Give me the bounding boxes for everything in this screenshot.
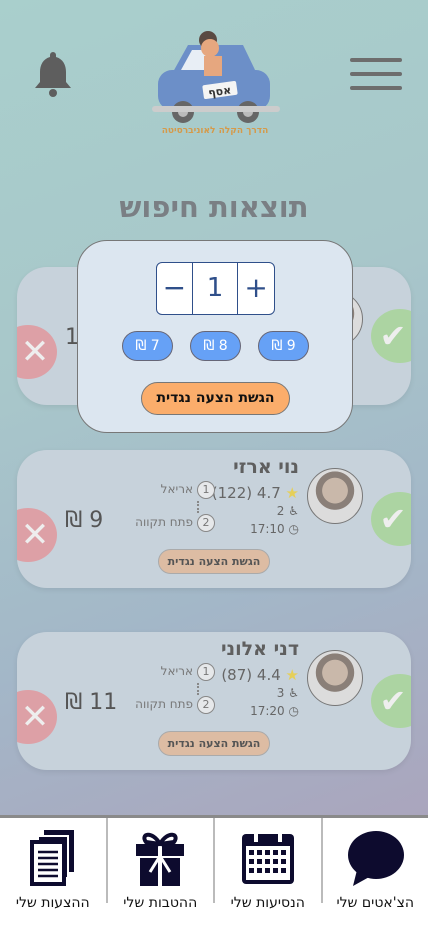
bell-icon[interactable] xyxy=(32,50,74,98)
route-line xyxy=(197,501,199,513)
seat-icon: ♿ xyxy=(288,686,299,700)
price-option-7[interactable]: 7 ₪ xyxy=(122,331,173,361)
page-title: תוצאות חיפוש xyxy=(119,190,309,224)
stop-number: 2 xyxy=(197,696,215,714)
departure-time: ◷ 17:20 xyxy=(250,704,299,718)
counter-offer-button[interactable]: הגשת הצעה נגדית xyxy=(158,549,270,574)
rating: ★ 4.4 (87) xyxy=(221,666,299,684)
price-option-8[interactable]: 8 ₪ xyxy=(190,331,241,361)
time-value: 17:20 xyxy=(250,704,285,718)
quantity-stepper: − 1 + xyxy=(156,262,275,315)
decrement-button[interactable]: − xyxy=(157,263,193,314)
nav-item-offers[interactable]: ההצעות שלי xyxy=(0,818,106,911)
price-option-9[interactable]: 9 ₪ xyxy=(258,331,309,361)
driver-name: נוי ארזי xyxy=(233,456,299,478)
bottom-nav: הצ'אטים שלי הנסיעות שלי ההטבות שלי ההצעו… xyxy=(0,815,428,926)
seats: ♿ 2 xyxy=(277,504,299,518)
nav-item-chats[interactable]: הצ'אטים שלי xyxy=(320,818,428,911)
nav-label: הצ'אטים שלי xyxy=(336,895,415,911)
counter-offer-popup: − 1 + 7 ₪ 8 ₪ 9 ₪ הגשת הצעה נגדית xyxy=(77,240,353,433)
reject-button[interactable]: ✕ xyxy=(17,690,57,744)
app-logo: אסף הדרך הקלה לאוניברסיטה xyxy=(148,30,283,140)
rating: ★ 4.7 (122) xyxy=(212,484,299,502)
review-count: (122) xyxy=(211,484,253,502)
accept-button[interactable]: ✔ xyxy=(371,492,411,546)
nav-label: הנסיעות שלי xyxy=(230,895,305,911)
accept-button[interactable]: ✔ xyxy=(371,309,411,363)
counter-offer-button[interactable]: הגשת הצעה נגדית xyxy=(158,731,270,756)
stop-number: 1 xyxy=(197,663,215,681)
seats: ♿ 3 xyxy=(277,686,299,700)
submit-counter-offer-button[interactable]: הגשת הצעה נגדית xyxy=(141,382,290,415)
accept-button[interactable]: ✔ xyxy=(371,674,411,728)
avatar xyxy=(307,468,363,524)
seat-icon: ♿ xyxy=(288,504,299,518)
stop-to: 2 פתח תקווה xyxy=(135,514,215,532)
stop-from: 1 אריאל xyxy=(161,663,215,681)
route-line xyxy=(197,683,199,695)
price: 11 ₪ xyxy=(65,690,118,715)
reject-button[interactable]: ✕ xyxy=(17,325,57,379)
main-background: אסף הדרך הקלה לאוניברסיטה תוצאות חיפוש ✕… xyxy=(0,0,428,815)
departure-time: ◷ 17:10 xyxy=(250,522,299,536)
price: 9 ₪ xyxy=(65,508,104,533)
ride-card[interactable]: ✕ ✔ נוי ארזי ★ 4.7 (122) ♿ 2 ◷ 17:10 1 אר… xyxy=(17,450,411,588)
quantity-value[interactable]: 1 xyxy=(193,263,239,314)
stop-name: פתח תקווה xyxy=(135,515,193,529)
clock-icon: ◷ xyxy=(288,522,299,536)
rating-value: 4.4 xyxy=(256,666,281,684)
stop-name: אריאל xyxy=(160,482,193,496)
gift-icon xyxy=(136,832,185,886)
stop-number: 1 xyxy=(197,481,215,499)
avatar xyxy=(307,650,363,706)
rating-value: 4.7 xyxy=(256,484,281,502)
clock-icon: ◷ xyxy=(288,704,299,718)
svg-text:הדרך הקלה לאוניברסיטה: הדרך הקלה לאוניברסיטה xyxy=(162,126,269,136)
star-icon: ★ xyxy=(285,484,299,502)
nav-item-rides[interactable]: הנסיעות שלי xyxy=(213,818,321,911)
stop-to: 2 פתח תקווה xyxy=(135,696,215,714)
stop-number: 2 xyxy=(197,514,215,532)
nav-label: ההצעות שלי xyxy=(15,895,90,911)
chat-bubble-icon xyxy=(348,831,405,886)
stop-name: אריאל xyxy=(160,664,193,678)
stop-name: פתח תקווה xyxy=(135,697,193,711)
seats-value: 2 xyxy=(276,504,285,518)
calendar-icon xyxy=(241,830,294,884)
time-value: 17:10 xyxy=(250,522,285,536)
nav-item-benefits[interactable]: ההטבות שלי xyxy=(105,818,214,911)
hamburger-menu-icon[interactable] xyxy=(350,58,402,90)
ride-card[interactable]: ✕ ✔ דני אלוני ★ 4.4 (87) ♿ 3 ◷ 17:20 1 אר… xyxy=(17,632,411,770)
driver-name: דני אלוני xyxy=(220,638,299,660)
documents-icon xyxy=(29,830,74,886)
review-count: (87) xyxy=(221,666,253,684)
seats-value: 3 xyxy=(276,686,285,700)
nav-label: ההטבות שלי xyxy=(123,895,198,911)
increment-button[interactable]: + xyxy=(238,263,274,314)
stop-from: 1 אריאל xyxy=(161,481,215,499)
reject-button[interactable]: ✕ xyxy=(17,508,57,562)
star-icon: ★ xyxy=(285,666,299,684)
